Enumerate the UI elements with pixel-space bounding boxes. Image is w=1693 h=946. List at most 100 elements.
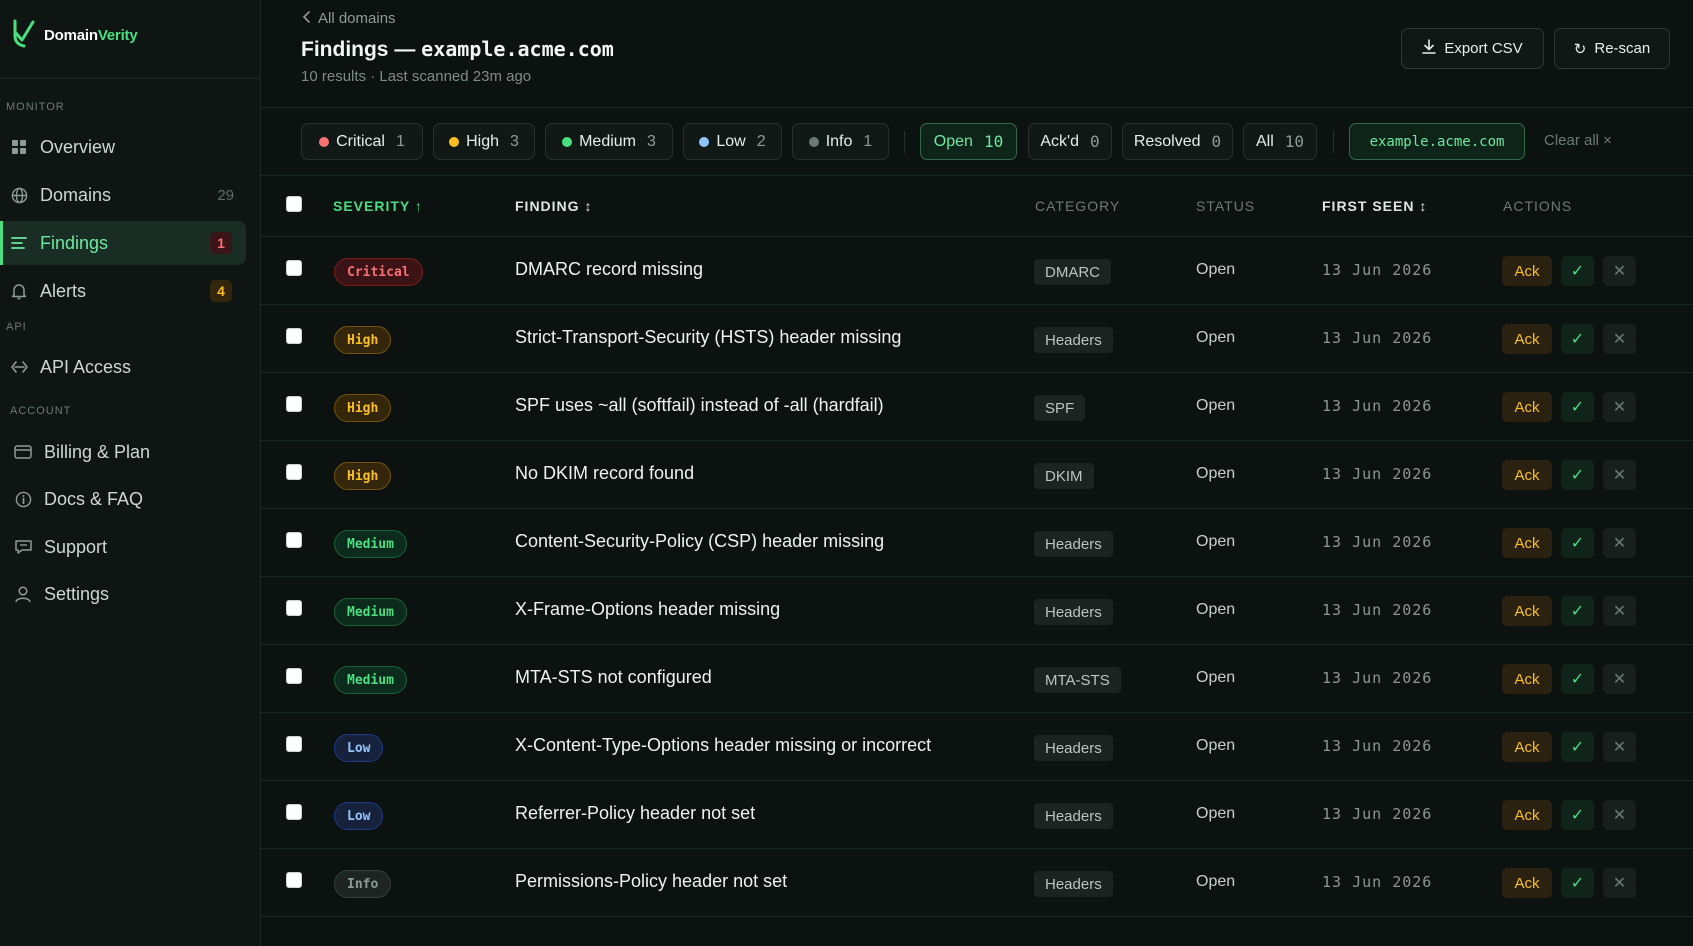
resolve-button[interactable]: ✓ [1561, 596, 1594, 626]
resolve-button[interactable]: ✓ [1561, 664, 1594, 694]
finding-title[interactable]: MTA-STS not configured [515, 667, 712, 688]
status-text: Open [1196, 873, 1236, 890]
table-row[interactable]: Medium Content-Security-Policy (CSP) hea… [261, 509, 1693, 577]
clear-all-button[interactable]: Clear all × [1544, 132, 1612, 149]
row-checkbox[interactable] [286, 600, 302, 616]
row-checkbox[interactable] [286, 260, 302, 276]
finding-title[interactable]: No DKIM record found [515, 463, 694, 484]
grid-icon [10, 138, 28, 156]
resolve-button[interactable]: ✓ [1561, 460, 1594, 490]
severity-badge: Critical [334, 258, 423, 286]
finding-title[interactable]: Strict-Transport-Security (HSTS) header … [515, 327, 901, 348]
filter-chip-resolved[interactable]: Resolved 0 [1122, 123, 1233, 160]
first-seen-date: 13 Jun 2026 [1322, 601, 1433, 619]
sidebar-item-docs[interactable]: Docs & FAQ [0, 477, 246, 521]
section-label-monitor: MONITOR [6, 101, 65, 113]
category-tag: MTA-STS [1034, 667, 1121, 693]
ack-button[interactable]: Ack [1502, 732, 1552, 762]
ack-button[interactable]: Ack [1502, 460, 1552, 490]
filter-chip-domain[interactable]: example.acme.com [1349, 123, 1525, 160]
divider [261, 107, 1693, 108]
row-checkbox[interactable] [286, 668, 302, 684]
column-header-severity[interactable]: SEVERITY ↑ [333, 198, 423, 214]
ack-button[interactable]: Ack [1502, 256, 1552, 286]
filter-chip-all[interactable]: All 10 [1243, 123, 1317, 160]
table-row[interactable]: High No DKIM record found DKIM Open 13 J… [261, 441, 1693, 509]
table-row[interactable]: Critical DMARC record missing DMARC Open… [261, 237, 1693, 305]
ack-button[interactable]: Ack [1502, 392, 1552, 422]
sidebar-item-settings[interactable]: Settings [0, 572, 246, 616]
dismiss-button[interactable]: ✕ [1603, 392, 1636, 422]
dismiss-button[interactable]: ✕ [1603, 596, 1636, 626]
filter-chip-critical[interactable]: Critical 1 [301, 123, 423, 160]
resolve-button[interactable]: ✓ [1561, 528, 1594, 558]
sidebar-item-alerts[interactable]: Alerts 4 [0, 269, 246, 313]
row-checkbox[interactable] [286, 804, 302, 820]
filter-chip-info[interactable]: Info 1 [792, 123, 889, 160]
export-csv-label: Export CSV [1444, 40, 1523, 57]
table-row[interactable]: Medium X-Frame-Options header missing He… [261, 577, 1693, 645]
back-link[interactable]: All domains [302, 10, 396, 27]
sidebar-item-api-access[interactable]: API Access [0, 345, 246, 389]
category-tag: DMARC [1034, 259, 1111, 285]
resolve-button[interactable]: ✓ [1561, 868, 1594, 898]
ack-button[interactable]: Ack [1502, 800, 1552, 830]
filter-chip-ackd[interactable]: Ack'd 0 [1028, 123, 1112, 160]
dismiss-button[interactable]: ✕ [1603, 664, 1636, 694]
filter-chip-open[interactable]: Open 10 [920, 123, 1017, 160]
finding-title[interactable]: DMARC record missing [515, 259, 703, 280]
finding-title[interactable]: Permissions-Policy header not set [515, 871, 787, 892]
table-row[interactable]: High Strict-Transport-Security (HSTS) he… [261, 305, 1693, 373]
row-checkbox[interactable] [286, 464, 302, 480]
filter-chip-high[interactable]: High 3 [433, 123, 535, 160]
sidebar: DomainVerity MONITOR Overview Domains 29… [0, 0, 261, 946]
brand-logo[interactable]: DomainVerity [12, 18, 138, 52]
row-checkbox[interactable] [286, 532, 302, 548]
sidebar-item-label: Billing & Plan [44, 441, 151, 462]
ack-button[interactable]: Ack [1502, 664, 1552, 694]
export-csv-button[interactable]: Export CSV [1401, 28, 1544, 69]
sidebar-item-support[interactable]: Support [0, 525, 246, 569]
row-checkbox[interactable] [286, 396, 302, 412]
dismiss-button[interactable]: ✕ [1603, 732, 1636, 762]
filter-chip-medium[interactable]: Medium 3 [545, 123, 673, 160]
table-row[interactable]: Medium MTA-STS not configured MTA-STS Op… [261, 645, 1693, 713]
filter-chip-low[interactable]: Low 2 [683, 123, 782, 160]
sidebar-item-domains[interactable]: Domains 29 [0, 173, 246, 217]
dismiss-button[interactable]: ✕ [1603, 868, 1636, 898]
chip-label: Resolved [1133, 132, 1201, 150]
resolve-button[interactable]: ✓ [1561, 392, 1594, 422]
finding-title[interactable]: Referrer-Policy header not set [515, 803, 755, 824]
resolve-button[interactable]: ✓ [1561, 256, 1594, 286]
ack-button[interactable]: Ack [1502, 528, 1552, 558]
table-row[interactable]: Low X-Content-Type-Options header missin… [261, 713, 1693, 781]
row-checkbox[interactable] [286, 736, 302, 752]
table-row[interactable]: Info Permissions-Policy header not set H… [261, 849, 1693, 917]
dismiss-button[interactable]: ✕ [1603, 460, 1636, 490]
column-header-finding[interactable]: FINDING ↕ [515, 198, 592, 214]
row-checkbox[interactable] [286, 872, 302, 888]
ack-button[interactable]: Ack [1502, 868, 1552, 898]
resolve-button[interactable]: ✓ [1561, 732, 1594, 762]
sidebar-item-billing[interactable]: Billing & Plan [0, 430, 246, 474]
finding-title[interactable]: Content-Security-Policy (CSP) header mis… [515, 531, 884, 552]
ack-button[interactable]: Ack [1502, 596, 1552, 626]
row-checkbox[interactable] [286, 328, 302, 344]
column-header-first-seen[interactable]: FIRST SEEN ↕ [1322, 198, 1427, 214]
dismiss-button[interactable]: ✕ [1603, 256, 1636, 286]
sidebar-item-overview[interactable]: Overview [0, 125, 246, 169]
resolve-button[interactable]: ✓ [1561, 800, 1594, 830]
finding-title[interactable]: SPF uses ~all (softfail) instead of -all… [515, 395, 884, 416]
finding-title[interactable]: X-Frame-Options header missing [515, 599, 780, 620]
table-row[interactable]: High SPF uses ~all (softfail) instead of… [261, 373, 1693, 441]
rescan-button[interactable]: ↻ Re-scan [1554, 28, 1670, 69]
finding-title[interactable]: X-Content-Type-Options header missing or… [515, 735, 931, 756]
select-all-checkbox[interactable] [286, 196, 302, 212]
sidebar-item-findings[interactable]: Findings 1 [0, 221, 246, 265]
resolve-button[interactable]: ✓ [1561, 324, 1594, 354]
ack-button[interactable]: Ack [1502, 324, 1552, 354]
table-row[interactable]: Low Referrer-Policy header not set Heade… [261, 781, 1693, 849]
dismiss-button[interactable]: ✕ [1603, 324, 1636, 354]
dismiss-button[interactable]: ✕ [1603, 528, 1636, 558]
dismiss-button[interactable]: ✕ [1603, 800, 1636, 830]
